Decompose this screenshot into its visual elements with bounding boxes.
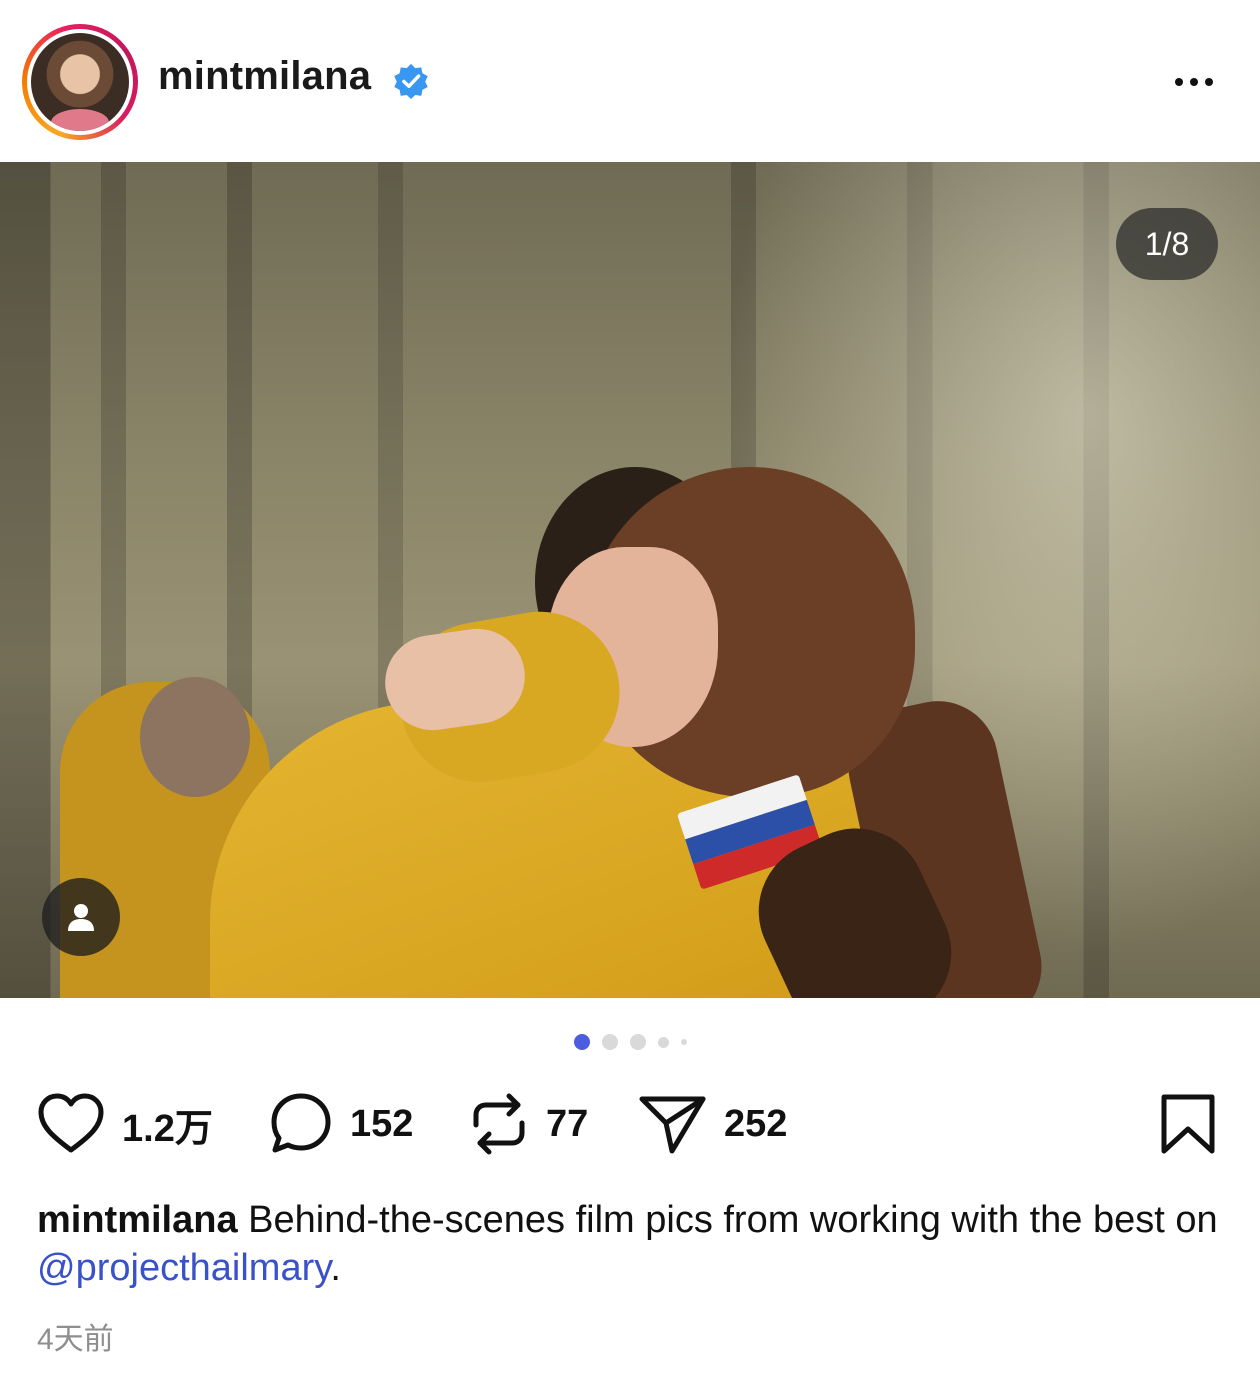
caption-tail: .	[330, 1247, 341, 1289]
caption-username[interactable]: mintmilana	[37, 1199, 238, 1241]
repost-icon	[473, 1093, 525, 1155]
carousel-dot-3	[629, 1034, 646, 1050]
comment-button[interactable]: 152	[268, 1086, 413, 1162]
post-view: mintmilana 1/8 1.2万 152 77 252 mintmilan…	[0, 0, 1260, 1390]
comment-count: 152	[350, 1102, 414, 1145]
more-dots-icon[interactable]	[1164, 62, 1224, 102]
post-image[interactable]	[0, 162, 1260, 998]
avatar-photo	[31, 33, 129, 131]
repost-count: 77	[546, 1102, 589, 1145]
caption-mention-link[interactable]: @projecthailmary	[37, 1247, 330, 1289]
like-button[interactable]: 1.2万	[36, 1086, 213, 1162]
image-counter: 1/8	[1116, 208, 1218, 280]
comment-bubble-icon	[271, 1093, 331, 1153]
bookmark-button[interactable]	[1158, 1086, 1218, 1162]
carousel-dot-5	[680, 1039, 687, 1045]
username[interactable]: mintmilana	[158, 54, 371, 99]
carousel-dot-4	[657, 1036, 669, 1048]
verified-badge-icon	[394, 63, 428, 100]
post-header: mintmilana	[0, 0, 1260, 162]
action-bar: 1.2万 152 77 252	[0, 1086, 1260, 1162]
heart-icon	[38, 1093, 104, 1153]
share-count: 252	[724, 1102, 788, 1145]
carousel-dot-1	[573, 1034, 590, 1050]
send-icon	[639, 1096, 706, 1154]
post-timestamp: 4天前	[37, 1323, 114, 1356]
share-button[interactable]: 252	[638, 1086, 787, 1162]
like-count: 1.2万	[122, 1107, 213, 1150]
post-caption: mintmilana Behind-the-scenes film pics f…	[37, 1196, 1227, 1292]
carousel-indicator	[0, 1032, 1260, 1052]
repost-button[interactable]: 77	[468, 1086, 588, 1162]
caption-text: Behind-the-scenes film pics from working…	[248, 1199, 1218, 1241]
bookmark-icon	[1161, 1094, 1215, 1154]
carousel-dot-2	[601, 1034, 618, 1050]
avatar[interactable]	[22, 24, 138, 140]
person-tag-icon[interactable]	[42, 878, 120, 956]
